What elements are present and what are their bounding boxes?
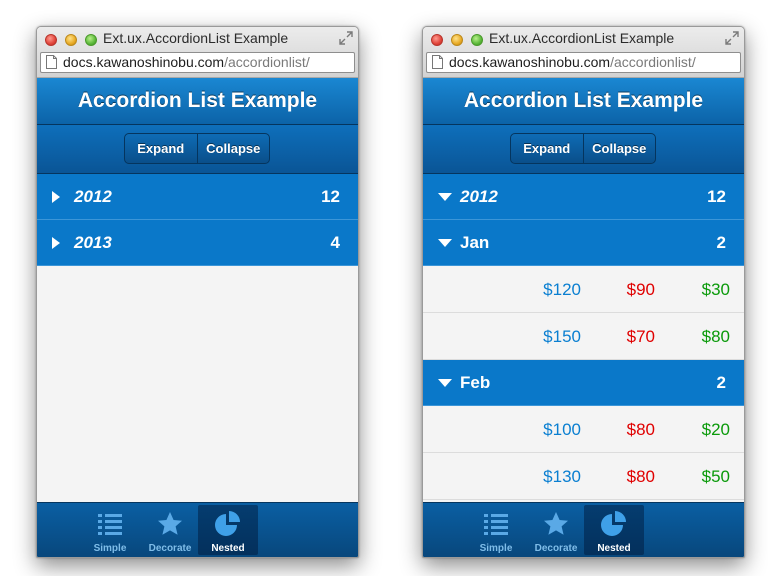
toolbar: Expand Collapse — [423, 125, 744, 174]
accordion-header-count: 12 — [707, 187, 726, 206]
url-bar[interactable]: docs.kawanoshinobu.com/accordionlist/ — [40, 52, 355, 73]
value-red: $90 — [626, 280, 655, 299]
browser-window-left: Ext.ux.AccordionList Example docs.kawano… — [36, 26, 359, 558]
disclosure-down-icon — [438, 379, 452, 387]
accordion-header-label: 2013 — [74, 233, 112, 252]
star-icon — [542, 511, 570, 537]
app-viewport: Accordion List Example Expand Collapse 2… — [37, 78, 358, 557]
star-icon — [156, 511, 184, 537]
accordion-header-count: 2 — [716, 233, 726, 252]
fullscreen-icon[interactable] — [339, 31, 353, 45]
tab-simple[interactable]: Simple — [80, 505, 140, 555]
zoom-window-icon[interactable] — [85, 34, 97, 46]
disclosure-right-icon — [52, 237, 60, 249]
accordion-header-2012[interactable]: 2012 12 — [37, 174, 358, 220]
value-green: $80 — [701, 327, 730, 346]
close-window-icon[interactable] — [431, 34, 443, 46]
tab-nested[interactable]: Nested — [198, 505, 258, 555]
page-icon — [432, 55, 443, 69]
disclosure-down-icon — [438, 193, 452, 201]
accordion-header-label: 2012 — [74, 187, 112, 206]
tab-label: Nested — [597, 543, 631, 554]
pie-chart-icon — [214, 511, 242, 537]
value-green: $50 — [701, 467, 730, 486]
window-titlebar: Ext.ux.AccordionList Example docs.kawano… — [37, 27, 358, 78]
pie-chart-icon — [600, 511, 628, 537]
collapse-button[interactable]: Collapse — [582, 134, 656, 163]
list-item[interactable]: $150 $70 $80 — [423, 313, 744, 360]
tab-label: Nested — [211, 543, 245, 554]
accordion-header-count: 2 — [716, 373, 726, 392]
page-icon — [46, 55, 57, 69]
tab-label: Simple — [93, 543, 127, 554]
url-host: docs.kawanoshinobu.com — [63, 54, 225, 70]
tab-label: Decorate — [534, 543, 578, 554]
expand-button[interactable]: Expand — [511, 134, 583, 163]
list-icon — [482, 511, 510, 537]
zoom-window-icon[interactable] — [471, 34, 483, 46]
accordion-header-2013[interactable]: 2013 4 — [37, 220, 358, 266]
accordion-header-count: 4 — [330, 233, 340, 252]
url-text: docs.kawanoshinobu.com/accordionlist/ — [63, 54, 310, 70]
value-blue: $130 — [543, 467, 581, 486]
tab-nested[interactable]: Nested — [584, 505, 644, 555]
expand-collapse-segmented: Expand Collapse — [510, 133, 656, 164]
close-window-icon[interactable] — [45, 34, 57, 46]
value-blue: $100 — [543, 420, 581, 439]
disclosure-down-icon — [438, 239, 452, 247]
tab-label: Simple — [479, 543, 513, 554]
accordion-header-label: Jan — [460, 233, 490, 252]
app-titlebar: Accordion List Example — [423, 78, 744, 125]
window-title: Ext.ux.AccordionList Example — [489, 30, 675, 46]
url-host: docs.kawanoshinobu.com — [449, 54, 611, 70]
url-bar[interactable]: docs.kawanoshinobu.com/accordionlist/ — [426, 52, 741, 73]
value-green: $20 — [701, 420, 730, 439]
accordion-header-jan[interactable]: Jan 2 — [423, 220, 744, 266]
list-item[interactable]: $120 $90 $30 — [423, 266, 744, 313]
tab-bar: Simple Decorate Nested — [423, 502, 744, 557]
list-item[interactable]: $130 $80 $50 — [423, 453, 744, 500]
disclosure-right-icon — [52, 191, 60, 203]
collapse-button[interactable]: Collapse — [196, 134, 270, 163]
expand-button[interactable]: Expand — [125, 134, 197, 163]
tab-simple[interactable]: Simple — [466, 505, 526, 555]
value-green: $30 — [701, 280, 730, 299]
value-blue: $120 — [543, 280, 581, 299]
url-text: docs.kawanoshinobu.com/accordionlist/ — [449, 54, 696, 70]
window-title: Ext.ux.AccordionList Example — [103, 30, 289, 46]
minimize-window-icon[interactable] — [451, 34, 463, 46]
toolbar: Expand Collapse — [37, 125, 358, 174]
value-blue: $150 — [543, 327, 581, 346]
window-titlebar: Ext.ux.AccordionList Example docs.kawano… — [423, 27, 744, 78]
value-red: $80 — [626, 420, 655, 439]
value-red: $70 — [626, 327, 655, 346]
browser-window-right: Ext.ux.AccordionList Example docs.kawano… — [422, 26, 745, 558]
fullscreen-icon[interactable] — [725, 31, 739, 45]
minimize-window-icon[interactable] — [65, 34, 77, 46]
url-path: /accordionlist/ — [610, 54, 696, 70]
list-item[interactable]: $100 $80 $20 — [423, 406, 744, 453]
tab-label: Decorate — [148, 543, 192, 554]
accordion-list: 2012 12 Jan 2 $120 $90 $30 $150 $70 $80 Feb 2 $100 $8… — [423, 174, 744, 500]
accordion-header-count: 12 — [321, 187, 340, 206]
tab-bar: Simple Decorate Nested — [37, 502, 358, 557]
list-icon — [96, 511, 124, 537]
accordion-list: 2012 12 2013 4 — [37, 174, 358, 266]
app-viewport: Accordion List Example Expand Collapse 2… — [423, 78, 744, 557]
value-red: $80 — [626, 467, 655, 486]
app-titlebar: Accordion List Example — [37, 78, 358, 125]
app-title: Accordion List Example — [463, 89, 704, 112]
tab-decorate[interactable]: Decorate — [140, 505, 200, 555]
url-path: /accordionlist/ — [224, 54, 310, 70]
app-title: Accordion List Example — [77, 89, 318, 112]
accordion-header-feb[interactable]: Feb 2 — [423, 360, 744, 406]
expand-collapse-segmented: Expand Collapse — [124, 133, 270, 164]
accordion-header-label: 2012 — [460, 187, 498, 206]
accordion-header-2012[interactable]: 2012 12 — [423, 174, 744, 220]
accordion-header-label: Feb — [460, 373, 491, 392]
tab-decorate[interactable]: Decorate — [526, 505, 586, 555]
